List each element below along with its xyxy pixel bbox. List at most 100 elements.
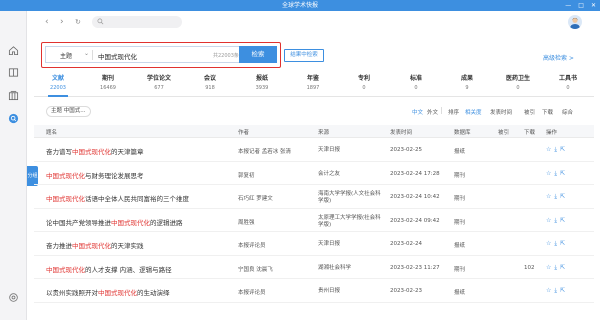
refresh-icon[interactable]: ↻ xyxy=(75,18,81,26)
table-row[interactable]: 奋力推进中国式现代化的天津实践 本报评论员 天津日报 2023-02-24 报纸 ☆ ⤓ ⇱ xyxy=(34,232,594,256)
result-source[interactable]: 贵州日报 xyxy=(318,288,384,295)
favorite-star-icon[interactable]: ☆ xyxy=(546,240,551,248)
result-database: 期刊 xyxy=(454,219,466,226)
tab-category[interactable]: 文献 22003 xyxy=(36,73,80,97)
sort-cited[interactable]: 被引 xyxy=(524,108,535,116)
share-icon[interactable]: ⇱ xyxy=(560,170,565,178)
result-source[interactable]: 湖湘社会科学 xyxy=(318,265,384,272)
result-title-link[interactable]: 奋力谱写中国式现代化的天津篇章 xyxy=(46,146,144,156)
table-row[interactable]: 中国式现代化话语中全体人民共同富裕的三个维度 石巧红 罗建文 海南大学学报(人文社会… xyxy=(34,185,594,209)
tab-category[interactable]: 标准 0 xyxy=(394,73,438,91)
favorite-star-icon[interactable]: ☆ xyxy=(546,264,551,272)
forward-arrow-icon[interactable]: › xyxy=(60,17,64,27)
advanced-search-link[interactable]: 高级检索 > xyxy=(543,53,574,62)
result-title-link[interactable]: 论中国共产党领导推进中国式现代化的逻辑进路 xyxy=(46,217,183,227)
share-icon[interactable]: ⇱ xyxy=(560,146,565,154)
back-arrow-icon[interactable]: ‹ xyxy=(45,17,49,27)
tab-category[interactable]: 成果 9 xyxy=(445,73,489,91)
table-header: 题名 作者 来源 发表时间 数据库 被引 下载 操作 xyxy=(34,125,594,138)
table-row[interactable]: 以贵州实践照开对中国式现代化的生动演绎 本报评论员 贵州日报 2023-02-23 报纸… xyxy=(34,279,594,303)
settings-icon[interactable] xyxy=(7,291,20,304)
library-icon[interactable] xyxy=(7,89,20,102)
header-downloads: 下载 xyxy=(524,130,536,136)
download-icon[interactable]: ⤓ xyxy=(554,193,557,201)
result-author[interactable]: 石巧红 罗建文 xyxy=(238,194,273,202)
divider xyxy=(92,50,93,60)
quick-search-input[interactable] xyxy=(92,16,182,28)
result-title-link[interactable]: 中国式现代化的人才支撑 内涵、逻辑与路径 xyxy=(46,264,172,274)
maximize-button[interactable]: □ xyxy=(578,0,584,11)
share-icon[interactable]: ⇱ xyxy=(560,287,565,295)
tab-category[interactable]: 年鉴 1897 xyxy=(291,73,335,91)
download-icon[interactable]: ⤓ xyxy=(554,217,557,225)
search-field-select[interactable]: 主题 xyxy=(60,51,72,60)
result-author[interactable]: 本报评论员 xyxy=(238,288,266,296)
result-database: 报纸 xyxy=(454,290,466,296)
window-controls: — □ ✕ xyxy=(565,0,596,11)
table-row[interactable]: 论中国共产党领导推进中国式现代化的逻辑进路 周胜强 太原理工大学学报(社会科学版) 2… xyxy=(34,209,594,232)
result-database: 期刊 xyxy=(454,172,466,179)
result-title-link[interactable]: 中国式现代化话语中全体人民共同富裕的三个维度 xyxy=(46,193,189,203)
minimize-button[interactable]: — xyxy=(565,0,571,11)
result-title-link[interactable]: 奋力推进中国式现代化的天津实践 xyxy=(46,240,144,250)
tab-category[interactable]: 期刊 16469 xyxy=(86,73,130,91)
download-icon[interactable]: ⤓ xyxy=(554,264,557,272)
tab-category[interactable]: 工具书 0 xyxy=(546,73,590,91)
tab-category[interactable]: 专利 0 xyxy=(342,73,386,91)
tab-category[interactable]: 会议 918 xyxy=(188,73,232,91)
tab-category[interactable]: 医药卫生 0 xyxy=(496,73,540,91)
result-source[interactable]: 海南大学学报(人文社会科学版) xyxy=(318,191,384,205)
topic-filter-chip[interactable]: 主题 中国式... xyxy=(46,106,91,117)
avatar[interactable] xyxy=(568,15,582,29)
close-button[interactable]: ✕ xyxy=(591,0,596,11)
sort-date[interactable]: 发表时间 xyxy=(490,108,512,116)
book-icon[interactable] xyxy=(7,66,20,79)
result-author[interactable]: 周胜强 xyxy=(238,218,255,226)
row-actions: ☆ ⤓ ⇱ xyxy=(546,264,565,272)
share-icon[interactable]: ⇱ xyxy=(560,217,565,225)
result-author[interactable]: 本报记者 孟若冰 张清 xyxy=(238,147,291,155)
download-icon[interactable]: ⤓ xyxy=(554,170,557,178)
search-input[interactable]: 中国式现代化 xyxy=(98,51,137,61)
header-database: 数据库 xyxy=(454,130,471,136)
share-icon[interactable]: ⇱ xyxy=(560,193,565,201)
download-icon[interactable]: ⤓ xyxy=(554,287,557,295)
result-title-link[interactable]: 中国式现代化与财务理论发展思考 xyxy=(46,170,144,180)
search-within-results-button[interactable]: 结果中检索 xyxy=(284,49,324,62)
search-nav-icon[interactable] xyxy=(7,112,20,125)
sidebar xyxy=(0,11,27,320)
chevron-down-icon[interactable]: ⌄ xyxy=(84,50,89,57)
table-row[interactable]: 奋力谱写中国式现代化的天津篇章 本报记者 孟若冰 张清 天津日报 2023-02-25… xyxy=(34,138,594,162)
result-author[interactable]: 宁国良 沈晨飞 xyxy=(238,265,273,273)
title-bar: 全球学术快报 — □ ✕ xyxy=(0,0,600,11)
result-source[interactable]: 太原理工大学学报(社会科学版) xyxy=(318,215,384,229)
favorite-star-icon[interactable]: ☆ xyxy=(546,170,551,178)
result-source[interactable]: 天津日报 xyxy=(318,241,384,248)
favorite-star-icon[interactable]: ☆ xyxy=(546,287,551,295)
share-icon[interactable]: ⇱ xyxy=(560,264,565,272)
favorite-star-icon[interactable]: ☆ xyxy=(546,146,551,154)
sort-overall[interactable]: 综合 xyxy=(562,108,573,116)
favorite-star-icon[interactable]: ☆ xyxy=(546,193,551,201)
favorite-star-icon[interactable]: ☆ xyxy=(546,217,551,225)
tab-category[interactable]: 学位论文 677 xyxy=(137,73,181,91)
share-icon[interactable]: ⇱ xyxy=(560,240,565,248)
result-title-link[interactable]: 以贵州实践照开对中国式现代化的生动演绎 xyxy=(46,287,170,297)
row-actions: ☆ ⤓ ⇱ xyxy=(546,217,565,225)
sort-relevance[interactable]: 相关度 xyxy=(465,108,482,116)
download-icon[interactable]: ⤓ xyxy=(554,146,557,154)
download-icon[interactable]: ⤓ xyxy=(554,240,557,248)
search-button[interactable]: 检索 xyxy=(239,46,277,63)
table-row[interactable]: 中国式现代化与财务理论发展思考 郭复初 会计之友 2023-02-24 17:28 期刊… xyxy=(34,162,594,185)
lang-chinese-toggle[interactable]: 中文 xyxy=(412,108,423,116)
home-icon[interactable] xyxy=(7,44,20,57)
sort-downloads[interactable]: 下载 xyxy=(542,108,553,116)
result-source[interactable]: 天津日报 xyxy=(318,147,384,154)
tab-category[interactable]: 报纸 3939 xyxy=(240,73,284,91)
row-actions: ☆ ⤓ ⇱ xyxy=(546,170,565,178)
result-author[interactable]: 郭复初 xyxy=(238,171,255,179)
result-source[interactable]: 会计之友 xyxy=(318,171,384,178)
table-row[interactable]: 中国式现代化的人才支撑 内涵、逻辑与路径 宁国良 沈晨飞 湖湘社会科学 2023-02… xyxy=(34,256,594,279)
result-author[interactable]: 本报评论员 xyxy=(238,241,266,249)
lang-foreign-toggle[interactable]: 外文 xyxy=(427,108,438,116)
